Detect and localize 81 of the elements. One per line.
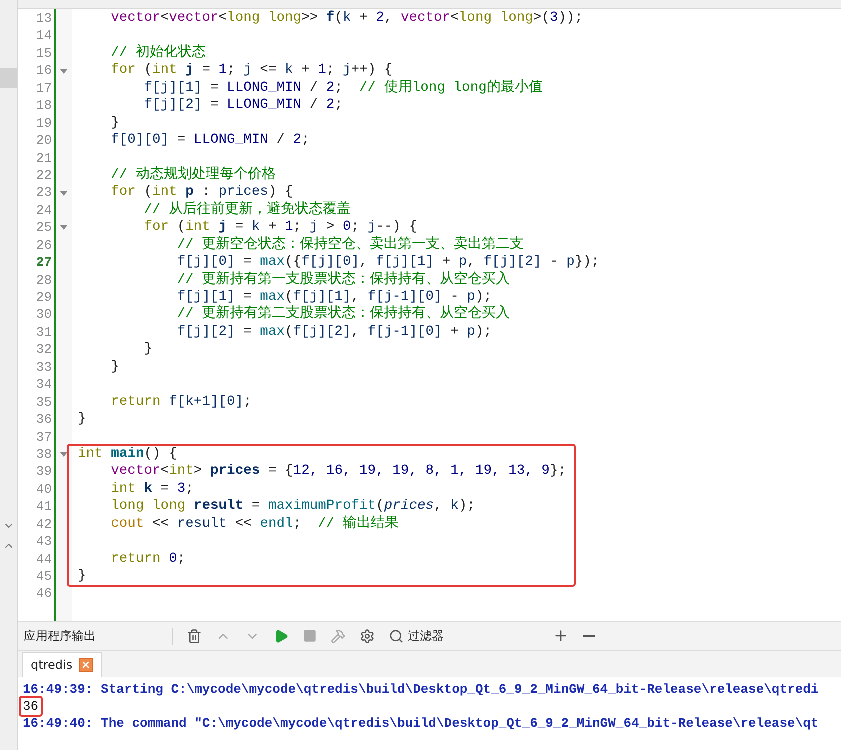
- code-line: vector<int> prices = {12, 16, 19, 19, 8, 1, 19, 13, 9};: [110, 463, 568, 481]
- fold-icon[interactable]: [60, 452, 68, 458]
- code-line: }: [78, 568, 88, 586]
- code-line: }: [110, 114, 120, 132]
- code-line: for (int p : prices) {: [110, 184, 294, 201]
- stop-button[interactable]: [303, 629, 317, 643]
- line-number: 21: [35, 150, 53, 167]
- line-number: 27: [35, 254, 53, 272]
- line-number: 34: [35, 376, 53, 394]
- line-number: 31: [35, 324, 53, 342]
- line-number: 39: [35, 463, 53, 481]
- code-line: f[j][2] = max(f[j][2], f[j-1][0] + p);: [176, 324, 494, 342]
- code-line: return f[k+1][0];: [110, 394, 253, 412]
- code-line: f[j][1] = LLONG_MIN / 2; // 使用long long的最小值: [143, 80, 544, 98]
- code-line: }: [110, 358, 120, 376]
- output-tab[interactable]: qtredis: [22, 652, 102, 677]
- line-number: 37: [35, 428, 53, 446]
- line-number: 41: [35, 498, 53, 516]
- line-number: 19: [35, 114, 53, 132]
- line-number: 35: [35, 394, 53, 412]
- line-number: 25: [35, 219, 53, 237]
- code-line: long long result = maximumProfit(prices, k);: [110, 498, 476, 516]
- tab-label: qtredis: [31, 658, 73, 672]
- run-button[interactable]: [274, 628, 289, 644]
- output-line: 16:49:39: Starting C:\mycode\mycode\qtredis\build\Desktop_Qt_6_9_2_MinGW_64_bit-Release\release\qtredi: [23, 681, 819, 698]
- line-number: 23: [35, 184, 53, 202]
- code-line: return 0;: [110, 550, 187, 568]
- code-line: }: [78, 411, 88, 428]
- line-number: 15: [35, 44, 53, 62]
- code-line: // 更新持有第一支股票状态：保持持有、从空仓买入: [176, 272, 512, 289]
- line-number: 32: [35, 341, 53, 359]
- fold-icon[interactable]: [60, 68, 68, 74]
- code-line: f[j][1] = max(f[j][1], f[j-1][0] - p);: [176, 289, 494, 305]
- code-line: cout << result << endl; // 输出结果: [110, 516, 400, 534]
- code-line: // 初始化状态: [110, 44, 207, 62]
- clear-button[interactable]: [187, 628, 202, 644]
- line-number: 42: [35, 516, 53, 534]
- settings-button[interactable]: [360, 628, 375, 644]
- line-number: 38: [35, 446, 53, 464]
- minus-icon: [583, 635, 595, 637]
- line-number: 46: [35, 585, 53, 603]
- line-number: 13: [35, 10, 53, 28]
- code-line: }: [143, 341, 154, 359]
- code-line: // 更新持有第二支股票状态：保持持有、从空仓买入: [176, 306, 512, 324]
- line-number: 40: [35, 480, 53, 498]
- line-number: 28: [35, 272, 53, 289]
- close-icon[interactable]: [78, 658, 93, 672]
- code-line: // 从后往前更新，避免状态覆盖: [143, 202, 352, 220]
- line-number: 30: [35, 306, 53, 324]
- line-number: 29: [35, 289, 53, 306]
- filter-field[interactable]: 过滤器: [408, 629, 508, 643]
- line-number: 22: [35, 166, 53, 184]
- search-icon: [389, 628, 404, 644]
- code-line: // 更新空仓状态：保持空仓、卖出第一支、卖出第二支: [176, 236, 526, 254]
- line-number: 43: [35, 533, 53, 551]
- line-number: 20: [35, 132, 53, 150]
- panel-title: 应用程序输出: [24, 628, 173, 644]
- code-line: int main() {: [78, 446, 178, 464]
- code-line: f[0][0] = LLONG_MIN / 2;: [110, 132, 311, 150]
- add-button[interactable]: [553, 628, 569, 644]
- code-line: for (int j = 1; j <= k + 1; j++) {: [110, 62, 394, 80]
- line-number: 33: [35, 358, 53, 376]
- build-button[interactable]: [331, 628, 346, 644]
- line-number: 45: [35, 568, 53, 586]
- code-line: vector<vector<long long>> f(k + 2, vector<long long>(3));: [110, 10, 584, 28]
- line-number: 14: [35, 27, 53, 45]
- code-line: f[j][0] = max({f[j][0], f[j][1] + p, f[j][2] - p});: [176, 254, 601, 271]
- line-number: 17: [35, 80, 53, 98]
- line-number: 24: [35, 202, 53, 220]
- line-number: 16: [35, 62, 53, 80]
- fold-icon[interactable]: [60, 190, 68, 196]
- line-number: 18: [35, 97, 53, 115]
- output-line: 16:49:40: The command "C:\mycode\mycode\qtredis\build\Desktop_Qt_6_9_2_MinGW_64_bit-Release\release\qt: [23, 715, 819, 732]
- line-number: 36: [35, 411, 53, 428]
- code-line: for (int j = k + 1; j > 0; j--) {: [143, 219, 419, 236]
- line-number: 44: [35, 550, 53, 568]
- line-number: 26: [35, 236, 53, 254]
- code-line: int k = 3;: [110, 480, 195, 498]
- fold-icon[interactable]: [60, 225, 68, 230]
- code-line: // 动态规划处理每个价格: [110, 166, 277, 184]
- code-line: f[j][2] = LLONG_MIN / 2;: [143, 97, 344, 115]
